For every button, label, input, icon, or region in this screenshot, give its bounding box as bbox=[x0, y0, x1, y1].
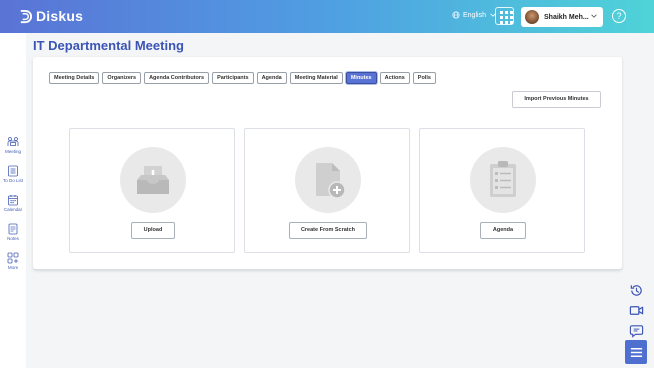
tab-meeting-details[interactable]: Meeting Details bbox=[49, 72, 100, 84]
menu-icon bbox=[630, 347, 642, 357]
video-icon bbox=[629, 305, 643, 315]
sidebar-item-label: To Do List bbox=[2, 178, 23, 183]
calendar-icon bbox=[8, 195, 18, 206]
user-name: Shaikh Meh... bbox=[544, 13, 589, 21]
create-illustration bbox=[295, 147, 361, 213]
create-from-scratch-button[interactable]: Create From Scratch bbox=[289, 222, 367, 239]
sidebar-item-meeting[interactable]: Meeting bbox=[0, 136, 26, 154]
todo-icon bbox=[8, 165, 18, 177]
clipboard-checklist-icon bbox=[490, 161, 516, 197]
language-label: English bbox=[463, 11, 486, 19]
agenda-button[interactable]: Agenda bbox=[480, 222, 526, 239]
history-button[interactable] bbox=[625, 280, 647, 300]
new-document-icon bbox=[316, 163, 346, 199]
upload-tray-icon bbox=[137, 166, 169, 194]
top-bar: Diskus English Shaikh Meh... ? bbox=[0, 0, 654, 33]
history-icon bbox=[630, 284, 642, 296]
notes-icon bbox=[8, 223, 18, 235]
app-name: Diskus bbox=[36, 8, 84, 24]
sidebar-item-label: More bbox=[7, 265, 19, 270]
page-title: IT Departmental Meeting bbox=[33, 38, 184, 53]
upload-button[interactable]: Upload bbox=[131, 222, 175, 239]
upload-illustration bbox=[120, 147, 186, 213]
sidebar-item-todo-list[interactable]: To Do List bbox=[0, 165, 26, 183]
sidebar: Meeting To Do List Calendar Notes More bbox=[0, 33, 26, 368]
sidebar-item-more[interactable]: More bbox=[0, 252, 26, 270]
option-card-upload: Upload bbox=[69, 128, 235, 253]
apps-grid-button[interactable] bbox=[495, 7, 514, 25]
tab-minutes[interactable]: Minutes bbox=[345, 72, 377, 84]
tab-polls[interactable]: Polls bbox=[412, 72, 436, 84]
sidebar-item-label: Meeting bbox=[4, 149, 21, 154]
avatar bbox=[525, 10, 539, 24]
sidebar-item-label: Notes bbox=[7, 236, 19, 241]
option-card-create-from-scratch: Create From Scratch bbox=[244, 128, 410, 253]
app-logo[interactable]: Diskus bbox=[18, 8, 83, 24]
chat-icon bbox=[629, 324, 643, 338]
sidebar-item-calendar[interactable]: Calendar bbox=[0, 194, 26, 212]
globe-icon bbox=[452, 11, 460, 19]
diskus-logo-icon bbox=[20, 9, 32, 23]
language-selector[interactable]: English bbox=[452, 11, 497, 19]
help-icon[interactable]: ? bbox=[612, 9, 626, 23]
more-icon bbox=[7, 252, 19, 264]
import-previous-minutes-button[interactable]: Import Previous Minutes bbox=[512, 91, 601, 108]
sidebar-item-label: Calendar bbox=[3, 207, 23, 212]
chat-button[interactable] bbox=[625, 320, 647, 340]
main-menu-button[interactable] bbox=[625, 340, 647, 364]
tab-meeting-material[interactable]: Meeting Material bbox=[289, 72, 343, 84]
option-card-agenda: Agenda bbox=[419, 128, 585, 253]
tab-agenda[interactable]: Agenda bbox=[256, 72, 287, 84]
user-menu[interactable]: Shaikh Meh... bbox=[521, 7, 603, 27]
tab-participants[interactable]: Participants bbox=[212, 72, 254, 84]
chevron-down-icon bbox=[591, 14, 597, 18]
video-call-button[interactable] bbox=[625, 300, 647, 320]
sidebar-item-notes[interactable]: Notes bbox=[0, 223, 26, 241]
tab-organizers[interactable]: Organizers bbox=[102, 72, 142, 84]
tab-agenda-contributors[interactable]: Agenda Contributors bbox=[144, 72, 210, 84]
meeting-icon bbox=[7, 137, 19, 146]
meeting-tabs: Meeting Details Organizers Agenda Contri… bbox=[49, 72, 436, 84]
agenda-illustration bbox=[470, 147, 536, 213]
tab-actions[interactable]: Actions bbox=[379, 72, 410, 84]
